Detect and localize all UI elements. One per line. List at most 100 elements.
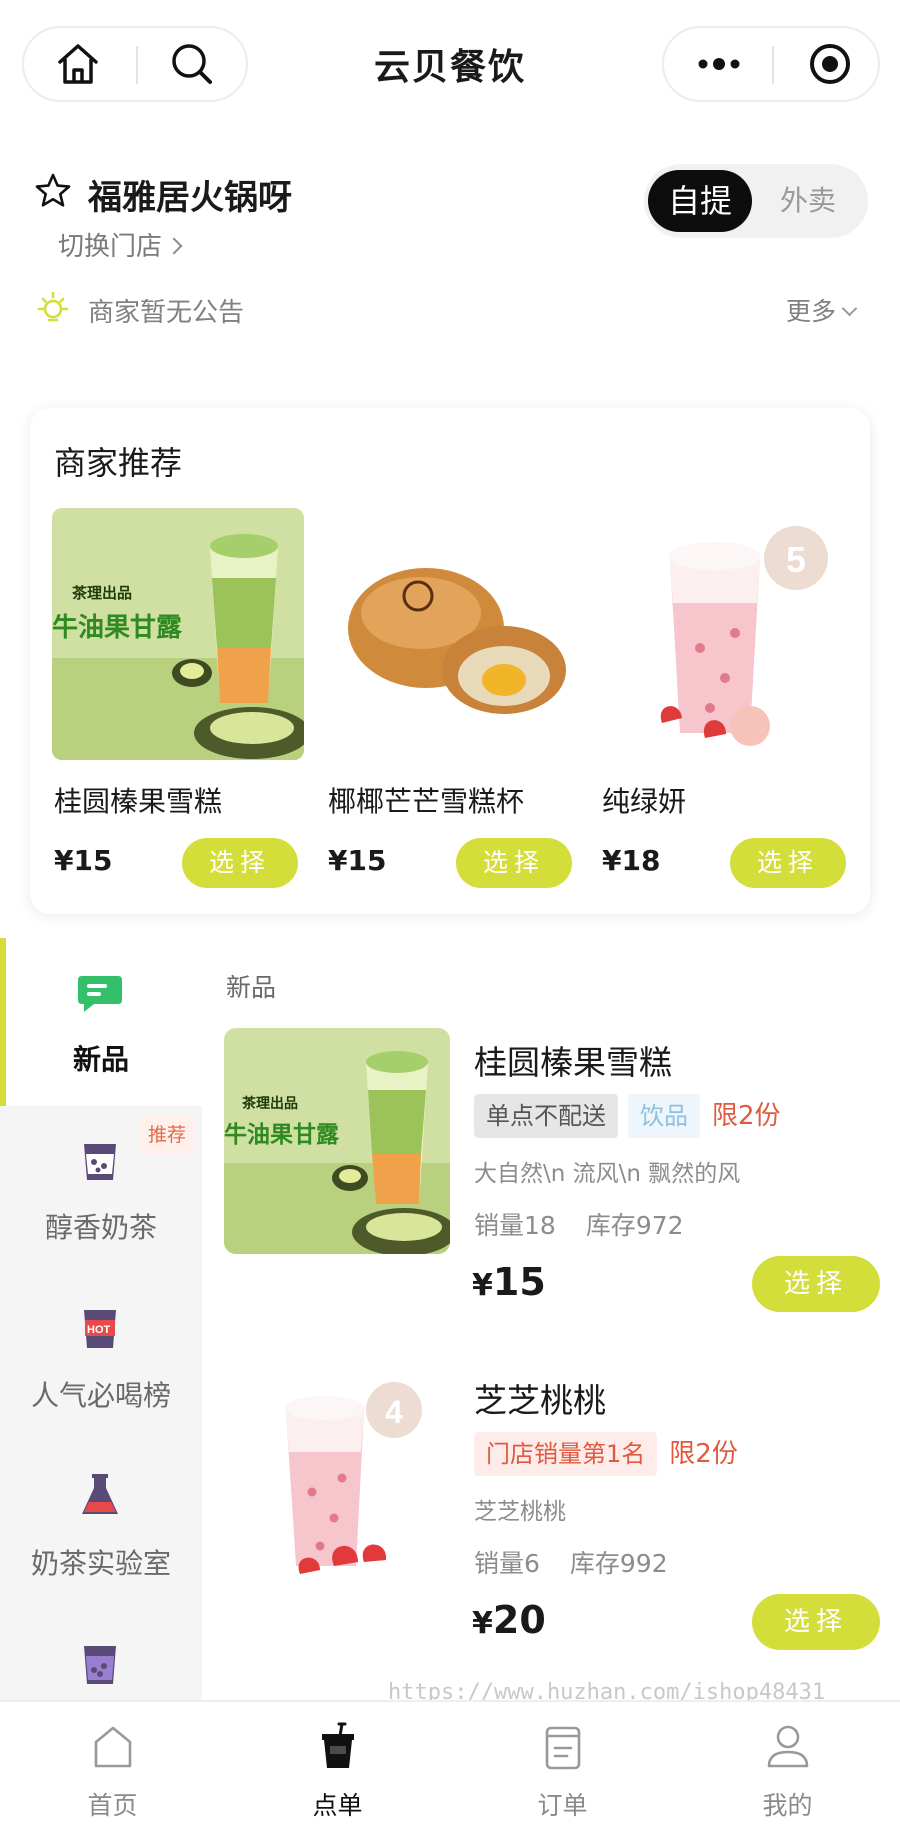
notice-more-link[interactable]: 更多 xyxy=(786,292,858,328)
category-item-lab[interactable]: 奶茶实验室 xyxy=(0,1442,202,1610)
recommend-item-price: ¥18 xyxy=(602,844,661,877)
product-image-pink-drink[interactable]: 5 xyxy=(600,508,852,760)
lightbulb-icon xyxy=(37,291,69,322)
user-tab-icon xyxy=(767,1725,809,1768)
recommend-item[interactable]: 茶理出品 牛油果甘露 桂圆榛果雪糕 ¥15 选择 xyxy=(52,508,308,898)
product-stats: 销量6 库存992 xyxy=(474,1544,668,1580)
product-sales: 销量6 xyxy=(474,1549,540,1578)
product-tags: 门店销量第1名 限2份 xyxy=(474,1432,750,1476)
recommend-item-price: ¥15 xyxy=(54,844,113,877)
more-label: 更多 xyxy=(786,297,837,326)
flask-icon xyxy=(82,1474,118,1514)
svg-text:茶理出品: 茶理出品 xyxy=(72,584,132,602)
recommend-item[interactable]: 椰椰芒芒雪糕杯 ¥15 选择 xyxy=(326,508,582,898)
product-price: ¥15 xyxy=(472,1260,546,1304)
tab-home[interactable]: 首页 xyxy=(0,1702,225,1841)
category-item-new[interactable]: 新品 xyxy=(0,938,202,1106)
tab-label: 我的 xyxy=(762,1791,813,1820)
product-card[interactable]: 茶理出品 牛油果甘露 桂圆榛果雪糕 单点不配送 饮品 限2份 大自然\n 流风\n … xyxy=(224,1028,884,1348)
recommend-badge: 推荐 xyxy=(140,1116,195,1154)
order-tab-icon xyxy=(545,1726,581,1770)
category-label: 醇香奶茶 xyxy=(44,1211,157,1244)
svg-text:牛油果甘露: 牛油果甘露 xyxy=(224,1121,340,1147)
hot-cup-icon: HOT xyxy=(84,1310,116,1348)
product-name: 桂圆榛果雪糕 xyxy=(474,1043,672,1082)
category-label: 新品 xyxy=(72,1043,129,1076)
purple-cup-icon xyxy=(84,1646,116,1684)
home-tab-icon xyxy=(94,1726,132,1768)
product-stock: 库存992 xyxy=(569,1549,668,1578)
mode-delivery-option[interactable]: 外卖 xyxy=(756,170,860,232)
product-select-button[interactable]: 选择 xyxy=(752,1594,880,1650)
tab-orders[interactable]: 订单 xyxy=(450,1702,675,1841)
currency-symbol: ¥ xyxy=(472,1268,493,1303)
navigation-bar: 云贝餐饮 xyxy=(0,0,900,120)
tab-label: 订单 xyxy=(537,1791,588,1820)
section-title: 新品 xyxy=(226,973,277,1002)
switch-store-label: 切换门店 xyxy=(58,232,163,262)
product-image-avocado-drink[interactable]: 茶理出品 牛油果甘露 xyxy=(224,1028,450,1254)
svg-text:HOT: HOT xyxy=(87,1324,111,1336)
notice-text: 商家暂无公告 xyxy=(88,298,245,328)
price-value: 15 xyxy=(492,1260,546,1304)
currency-symbol: ¥ xyxy=(472,1606,493,1641)
svg-text:5: 5 xyxy=(786,539,806,580)
tag-drink: 饮品 xyxy=(628,1094,700,1138)
tag-top-seller: 门店销量第1名 xyxy=(474,1432,658,1476)
product-name: 芝芝桃桃 xyxy=(474,1381,606,1420)
milk-tea-icon xyxy=(84,1144,116,1180)
recommend-item-price: ¥15 xyxy=(328,844,387,877)
tag-limit: 限2份 xyxy=(669,1439,738,1469)
price-value: 20 xyxy=(492,1598,546,1642)
product-card[interactable]: 4 芝芝桃桃 门店销量第1名 限2份 芝芝桃桃 销量6 库存992 ¥20 选择 xyxy=(224,1366,884,1686)
recommend-title: 商家推荐 xyxy=(54,444,183,482)
tag-limit: 限2份 xyxy=(712,1101,781,1131)
product-description: 芝芝桃桃 xyxy=(474,1499,566,1525)
capsule-divider xyxy=(772,46,774,84)
order-mode-toggle: 自提 外卖 xyxy=(644,164,868,238)
more-icon[interactable] xyxy=(694,42,744,86)
tag-no-delivery: 单点不配送 xyxy=(474,1094,618,1138)
product-image-peach-drink[interactable]: 4 xyxy=(224,1366,450,1592)
recommend-item-name: 纯绿妍 xyxy=(602,785,687,818)
tab-order[interactable]: 点单 xyxy=(225,1702,450,1841)
product-price: ¥20 xyxy=(472,1598,546,1642)
product-sales: 销量18 xyxy=(474,1211,556,1240)
category-item-popular[interactable]: HOT 人气必喝榜 xyxy=(0,1274,202,1442)
tab-label: 点单 xyxy=(312,1791,363,1820)
cup-tab-icon xyxy=(322,1722,354,1768)
product-select-button[interactable]: 选择 xyxy=(752,1256,880,1312)
svg-text:茶理出品: 茶理出品 xyxy=(241,1095,298,1111)
svg-text:牛油果甘露: 牛油果甘露 xyxy=(52,612,183,642)
chat-bubble-icon xyxy=(78,976,122,1012)
product-image-bun[interactable] xyxy=(326,508,578,760)
mode-pickup-option[interactable]: 自提 xyxy=(648,170,752,232)
category-item-milk-tea[interactable]: 推荐 醇香奶茶 xyxy=(0,1106,202,1274)
svg-text:4: 4 xyxy=(385,1394,403,1430)
category-label: 奶茶实验室 xyxy=(30,1547,171,1580)
tab-profile[interactable]: 我的 xyxy=(675,1702,900,1841)
chevron-down-icon xyxy=(841,300,858,317)
recommend-select-button[interactable]: 选择 xyxy=(730,838,846,888)
target-icon[interactable] xyxy=(806,40,854,88)
star-icon[interactable] xyxy=(34,172,72,210)
product-stock: 库存972 xyxy=(585,1211,684,1240)
category-sidebar: 新品 推荐 醇香奶茶 HOT 人气必喝榜 奶茶实验室 xyxy=(0,938,202,1700)
product-tags: 单点不配送 饮品 限2份 xyxy=(474,1094,793,1138)
category-label: 人气必喝榜 xyxy=(30,1379,171,1412)
chevron-right-icon xyxy=(165,237,183,255)
tab-label: 首页 xyxy=(87,1791,138,1820)
recommend-item-name: 桂圆榛果雪糕 xyxy=(54,785,223,818)
nav-capsule-right xyxy=(662,26,880,102)
bottom-tab-bar: 首页 点单 订单 我的 xyxy=(0,1700,900,1841)
product-image-avocado-drink[interactable]: 茶理出品 牛油果甘露 xyxy=(52,508,304,760)
product-description: 大自然\n 流风\n 飘然的风 xyxy=(474,1161,741,1187)
merchant-recommend-card: 商家推荐 茶理出品 牛油果甘露 桂圆榛果雪糕 ¥15 选择 椰椰芒芒雪糕杯 ¥1… xyxy=(30,408,870,914)
recommend-item-name: 椰椰芒芒雪糕杯 xyxy=(328,785,525,818)
recommend-select-button[interactable]: 选择 xyxy=(456,838,572,888)
product-stats: 销量18 库存972 xyxy=(474,1206,684,1242)
store-name: 福雅居火锅呀 xyxy=(88,178,292,218)
recommend-item[interactable]: 5 纯绿妍 ¥18 选择 xyxy=(600,508,856,898)
switch-store-link[interactable]: 切换门店 xyxy=(58,226,183,263)
recommend-select-button[interactable]: 选择 xyxy=(182,838,298,888)
